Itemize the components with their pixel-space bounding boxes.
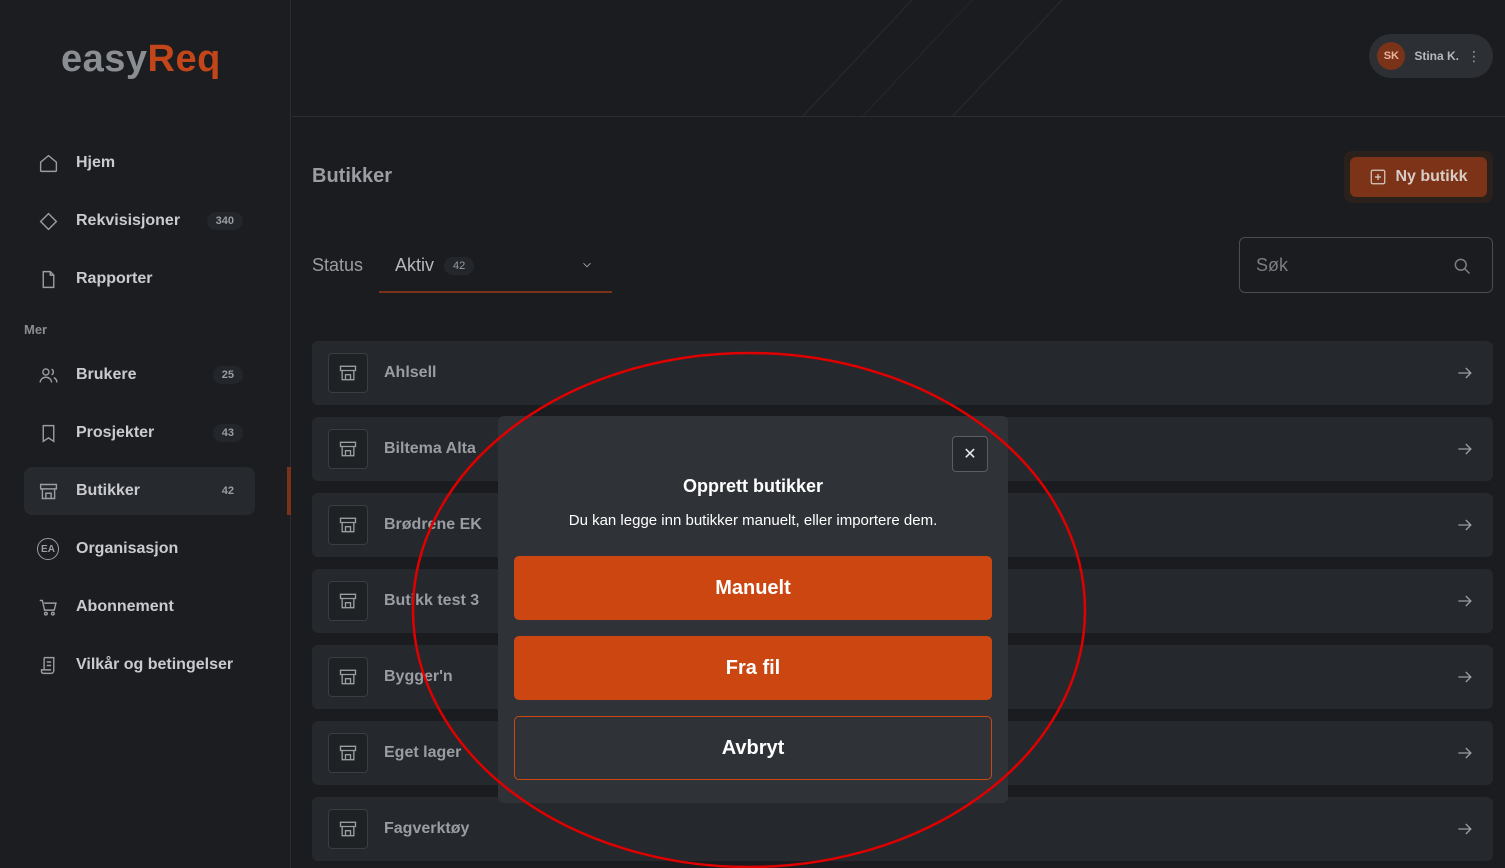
new-store-button-wrap: Ny butikk xyxy=(1344,151,1493,203)
organization-initials: EA xyxy=(37,538,59,560)
search-box xyxy=(1239,237,1493,293)
sidebar-item-label: Rekvisisjoner xyxy=(76,212,181,229)
store-name: Brødrene EK xyxy=(384,516,482,533)
arrow-right-icon xyxy=(1458,367,1472,379)
status-count-badge: 42 xyxy=(444,256,475,275)
top-header: SK Stina K. ⋮ xyxy=(292,0,1505,117)
chevron-down-icon xyxy=(583,262,591,268)
user-name: Stina K. xyxy=(1414,49,1459,63)
search-icon[interactable] xyxy=(1452,256,1472,276)
sidebar-item-prosjekter[interactable]: Prosjekter 43 xyxy=(24,409,255,457)
sidebar-item-label: Prosjekter xyxy=(76,424,155,441)
plus-square-icon xyxy=(1371,169,1386,185)
store-icon xyxy=(328,657,368,697)
store-icon xyxy=(328,353,368,393)
store-icon xyxy=(328,429,368,469)
status-dropdown[interactable]: Aktiv 42 xyxy=(379,240,612,293)
count-badge: 43 xyxy=(212,424,243,442)
logo-text-req: Req xyxy=(147,38,221,80)
store-name: Bygger'n xyxy=(384,668,453,685)
organization-icon: EA xyxy=(37,538,59,560)
store-row[interactable]: Fagverktøy xyxy=(312,797,1493,861)
sidebar-item-brukere[interactable]: Brukere 25 xyxy=(24,351,255,399)
dialog-title: Opprett butikker xyxy=(682,476,824,496)
new-store-button[interactable]: Ny butikk xyxy=(1350,157,1487,197)
from-file-button[interactable]: Fra fil xyxy=(514,636,992,700)
store-icon xyxy=(328,581,368,621)
store-name: Biltema Alta xyxy=(384,440,476,457)
sidebar-item-label: Rapporter xyxy=(76,270,153,287)
manual-button[interactable]: Manuelt xyxy=(514,556,992,620)
search-input[interactable] xyxy=(1256,254,1436,276)
logo-text-easy: easy xyxy=(61,38,148,80)
avatar: SK xyxy=(1377,42,1406,70)
active-indicator xyxy=(287,467,291,515)
store-icon xyxy=(37,480,59,502)
arrow-right-icon xyxy=(1458,823,1472,835)
arrow-right-icon xyxy=(1458,519,1472,531)
sidebar-item-label: Butikker xyxy=(76,482,141,499)
cancel-button[interactable]: Avbryt xyxy=(514,716,992,780)
sidebar-item-abonnement[interactable]: Abonnement xyxy=(24,583,255,631)
bookmark-icon xyxy=(37,422,59,444)
section-label-mer: Mer xyxy=(24,322,48,337)
store-name: Eget lager xyxy=(384,744,462,761)
cart-icon xyxy=(37,596,59,618)
sidebar-item-label: Vilkår og betingelser xyxy=(76,656,234,673)
sidebar-item-label: Abonnement xyxy=(76,598,174,615)
sidebar-item-label: Brukere xyxy=(76,366,137,383)
arrow-right-icon xyxy=(1458,595,1472,607)
sidebar-item-butikker[interactable]: Butikker 42 xyxy=(24,467,255,515)
store-icon xyxy=(328,733,368,773)
count-badge: 25 xyxy=(212,366,243,384)
store-name: Fagverktøy xyxy=(384,820,470,837)
store-icon xyxy=(328,505,368,545)
store-icon xyxy=(328,809,368,849)
app-logo[interactable]: easyReq xyxy=(61,38,221,81)
arrow-right-icon xyxy=(1458,671,1472,683)
status-label: Status xyxy=(312,255,364,275)
sidebar-item-vilkar[interactable]: Vilkår og betingelser xyxy=(24,641,255,689)
status-value: Aktiv xyxy=(395,255,435,275)
count-badge: 42 xyxy=(221,485,234,497)
sidebar: easyReq Hjem Rekvisisjoner 340 Rapporter… xyxy=(0,0,291,868)
dialog-description: Du kan legge inn butikker manuelt, eller… xyxy=(568,512,938,529)
store-name: Ahlsell xyxy=(384,364,437,381)
sidebar-item-label: Hjem xyxy=(76,154,116,171)
document-icon xyxy=(37,268,59,290)
home-icon xyxy=(37,152,59,174)
sidebar-item-rapporter[interactable]: Rapporter xyxy=(24,255,255,303)
page-title: Butikker xyxy=(312,165,393,187)
header-decoration xyxy=(801,0,1063,116)
arrow-right-icon xyxy=(1458,747,1472,759)
sidebar-item-hjem[interactable]: Hjem xyxy=(24,139,255,187)
store-name: Butikk test 3 xyxy=(384,592,480,609)
new-store-label: Ny butikk xyxy=(1395,168,1468,185)
store-row[interactable]: Ahlsell xyxy=(312,341,1493,405)
more-vertical-icon: ⋮ xyxy=(1467,47,1481,64)
close-icon: ✕ xyxy=(963,446,977,463)
sidebar-item-organisasjon[interactable]: EA Organisasjon xyxy=(24,525,255,573)
user-menu[interactable]: SK Stina K. ⋮ xyxy=(1369,34,1493,78)
sidebar-item-rekvisisjoner[interactable]: Rekvisisjoner 340 xyxy=(24,197,255,245)
arrow-right-icon xyxy=(1458,443,1472,455)
create-stores-dialog: ✕ Opprett butikker Du kan legge inn buti… xyxy=(498,416,1008,803)
diamond-icon xyxy=(37,210,59,232)
scroll-icon xyxy=(37,654,59,676)
close-button[interactable]: ✕ xyxy=(952,436,988,472)
users-icon xyxy=(37,364,59,386)
count-badge: 340 xyxy=(206,212,243,230)
sidebar-item-label: Organisasjon xyxy=(76,540,179,557)
